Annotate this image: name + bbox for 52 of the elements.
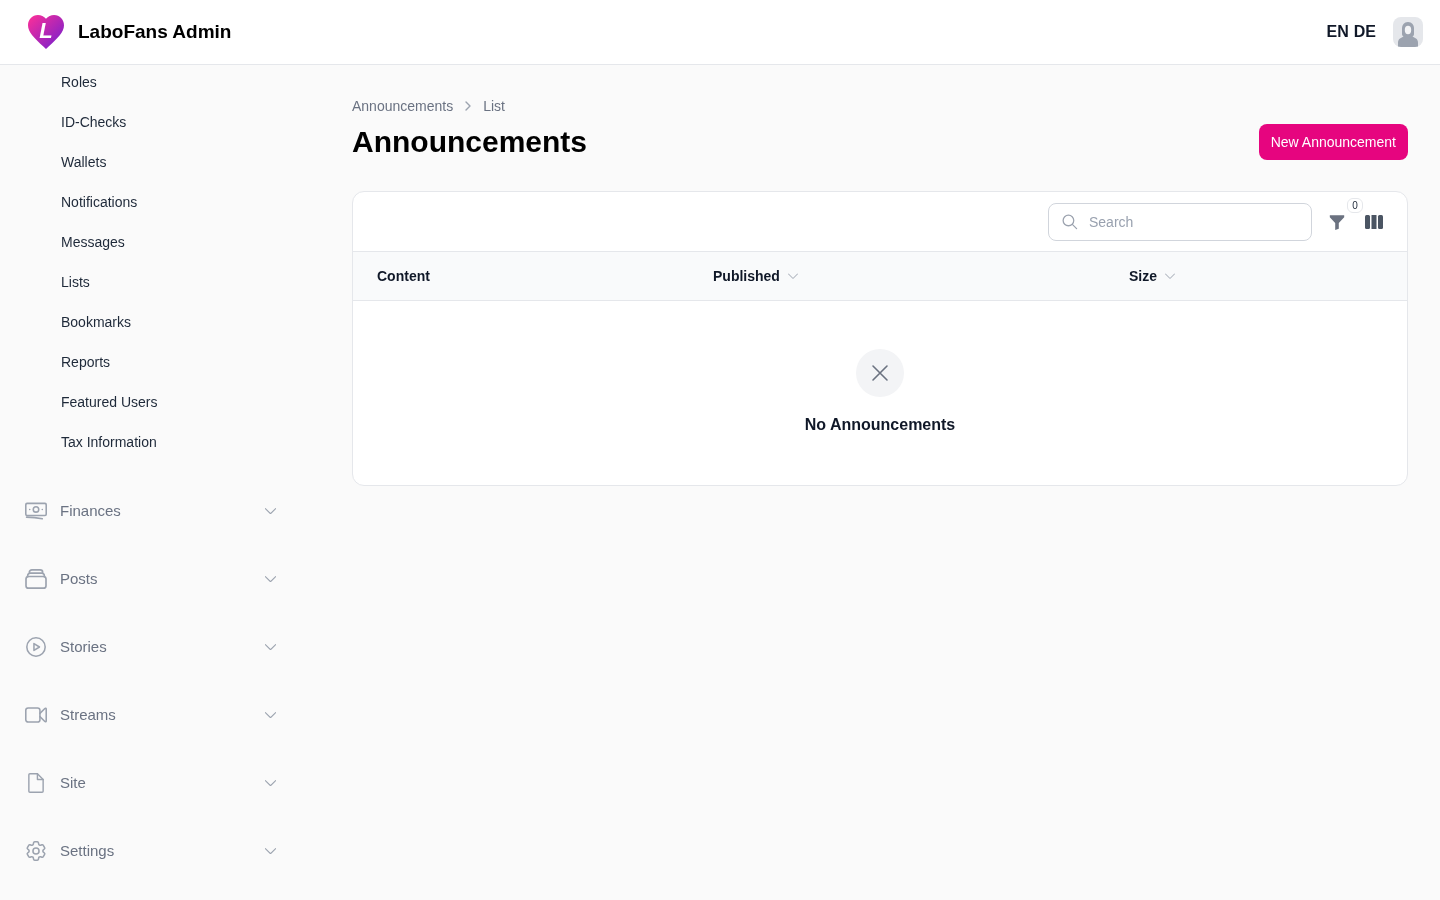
play-circle-icon	[25, 637, 47, 657]
sidebar-group[interactable]: Settings	[25, 839, 276, 863]
filter-icon	[1328, 212, 1346, 231]
language-link[interactable]: EN	[1326, 20, 1349, 44]
sidebar-link[interactable]: ID-Checks	[61, 112, 127, 132]
sidebar-link[interactable]: Wallets	[61, 152, 107, 172]
search-field[interactable]: Search	[1048, 202, 1312, 241]
columns-icon	[1365, 214, 1383, 229]
search-icon	[1061, 212, 1078, 230]
logo: L	[28, 15, 64, 49]
page-title: Announcements	[352, 124, 588, 160]
app-title: LaboFans Admin	[78, 19, 232, 44]
sidebar-group[interactable]: Stories	[25, 635, 276, 659]
sidebar-link[interactable]: Tax Information	[61, 432, 157, 452]
filter-button[interactable]	[1328, 212, 1346, 231]
chevron-down-icon	[265, 848, 276, 854]
filter-count: 0	[1347, 197, 1363, 213]
sidebar-link[interactable]: Roles	[61, 72, 97, 92]
video-camera-icon	[25, 705, 47, 725]
chevron-down-icon	[265, 576, 276, 582]
banknote-icon	[25, 501, 47, 521]
chevron-down-icon	[265, 644, 276, 650]
chevron-down-icon	[787, 273, 798, 279]
column-header[interactable]: Size	[1129, 266, 1175, 286]
empty-state-icon	[856, 349, 904, 397]
sidebar-link[interactable]: Notifications	[61, 192, 138, 212]
chevron-down-icon	[1165, 273, 1175, 279]
breadcrumb-link[interactable]: List	[483, 96, 505, 116]
language-link[interactable]: DE	[1353, 20, 1376, 44]
sidebar-group[interactable]: Finances	[25, 499, 276, 523]
sidebar-link[interactable]: Lists	[61, 272, 90, 292]
sidebar-link[interactable]: Messages	[61, 232, 125, 252]
sidebar-group[interactable]: Posts	[25, 567, 276, 591]
breadcrumb-link[interactable]: Announcements	[352, 96, 454, 116]
sidebar-link[interactable]: Featured Users	[61, 392, 158, 412]
new-announcement-button[interactable]: New Announcement	[1258, 124, 1408, 160]
chevron-right-icon	[465, 101, 472, 111]
columns-button[interactable]	[1365, 213, 1383, 230]
chevron-down-icon	[265, 508, 276, 514]
sidebar-link[interactable]: Reports	[61, 352, 111, 372]
document-icon	[25, 773, 47, 793]
sidebar-group[interactable]: Site	[25, 771, 276, 795]
sidebar-link[interactable]: Bookmarks	[61, 312, 132, 332]
column-header[interactable]: Published	[713, 266, 798, 286]
chevron-down-icon	[265, 712, 276, 718]
sidebar-group[interactable]: Streams	[25, 703, 276, 727]
column-header: Content	[377, 267, 430, 286]
avatar-silhouette[interactable]	[1393, 17, 1423, 47]
empty-message: No Announcements	[804, 415, 956, 435]
stack-icon	[25, 569, 47, 589]
settings-icon	[25, 841, 47, 861]
chevron-down-icon	[265, 780, 276, 786]
